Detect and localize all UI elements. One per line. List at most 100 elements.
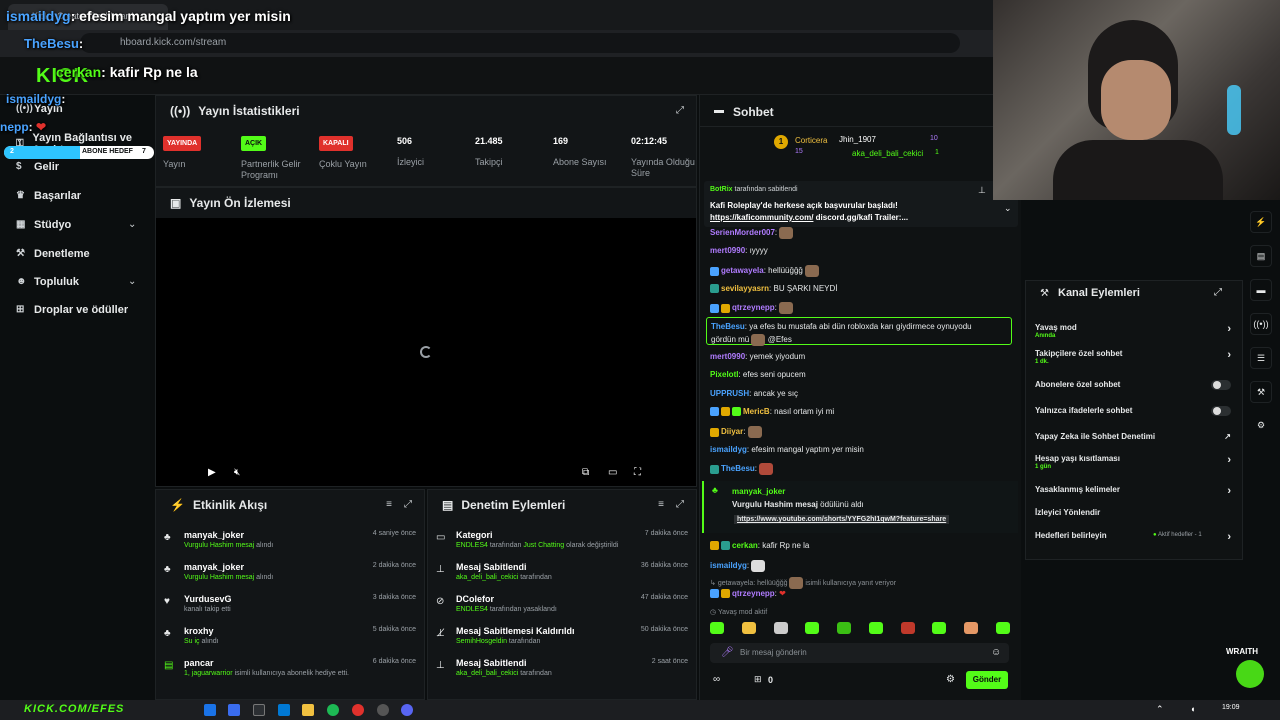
stat-value: 21.485 — [475, 136, 503, 146]
top-gifter-name[interactable]: aka_deli_bali_cekici — [852, 149, 923, 158]
chat-user[interactable]: MericB — [743, 407, 770, 416]
expand-icon[interactable]: ⤢ — [676, 499, 684, 510]
chat-user[interactable]: ismaildyg — [710, 561, 747, 570]
chrome-icon[interactable] — [352, 704, 364, 716]
chevron-up-icon[interactable]: ⌃ — [1156, 704, 1164, 715]
fullscreen-icon[interactable]: ⛶ — [634, 467, 641, 478]
emoji-icon[interactable]: ☺ — [991, 647, 1001, 658]
expand-icon[interactable]: ⤢ — [1214, 287, 1222, 298]
emote-icon[interactable] — [741, 622, 756, 634]
filter-icon[interactable]: ≡ — [658, 499, 664, 510]
action-banned-words[interactable]: Yasaklanmış kelimeler › — [1035, 485, 1231, 497]
sidebar-item-denetleme[interactable]: ⚒ Denetleme — [16, 248, 90, 260]
action-redirect[interactable]: İzleyici Yönlendir — [1035, 508, 1231, 517]
address-bar[interactable]: hboard.kick.com/stream — [80, 33, 960, 53]
emote-icon[interactable] — [868, 622, 883, 634]
sidebar-item-gelir[interactable]: $ Gelir — [16, 161, 59, 173]
expand-icon[interactable]: ⤢ — [676, 105, 684, 116]
chat-user[interactable]: TheBesu — [721, 464, 755, 473]
reward-user[interactable]: manyak_joker — [732, 487, 785, 496]
expand-icon[interactable]: ⤢ — [404, 499, 412, 510]
emote-icon[interactable] — [932, 622, 947, 634]
clock-time[interactable]: 19:09 — [1222, 704, 1240, 711]
mute-icon[interactable]: 🔇︎ — [234, 467, 240, 478]
chat-user[interactable]: SerienMorder007 — [710, 228, 775, 237]
emote-icon — [789, 577, 804, 589]
sidebar-item-basarilar[interactable]: ♛ Başarılar — [16, 190, 81, 202]
chat-user[interactable]: qtrzeynepp — [732, 589, 775, 598]
document-icon[interactable]: ▤ — [1250, 245, 1272, 267]
top-gifter-name[interactable]: Corticera — [795, 136, 827, 145]
action-subs-only[interactable]: Abonelere özel sohbet — [1035, 380, 1231, 390]
chat-user[interactable]: TheBesu — [711, 322, 745, 331]
emote-icon — [779, 227, 794, 239]
wrench-icon[interactable]: ⚒ — [1250, 381, 1272, 403]
emotes-only-toggle[interactable] — [1211, 406, 1231, 416]
theater-icon[interactable]: ▭ — [608, 467, 617, 478]
mail-icon[interactable] — [278, 704, 290, 716]
emote-icon[interactable] — [900, 622, 915, 634]
pinned-message[interactable]: BotRix tarafından sabitlendi Kafi Rolepl… — [704, 181, 1018, 227]
folder-icon[interactable] — [302, 704, 314, 716]
chat-user[interactable]: mert0990 — [710, 246, 745, 255]
chevron-down-icon[interactable]: ⌄ — [128, 276, 136, 287]
spotify-icon[interactable] — [327, 704, 339, 716]
action-followers-only[interactable]: Takipçilere özel sohbet 1 dk. › — [1035, 349, 1231, 365]
edge-icon[interactable] — [204, 704, 216, 716]
chat-user[interactable]: cerkan — [732, 541, 758, 550]
action-ai-moderation[interactable]: Yapay Zeka ile Sohbet Denetimi ↗ — [1035, 432, 1231, 441]
chat-user[interactable]: ismaildyg — [710, 445, 747, 454]
emote-icon[interactable] — [805, 622, 820, 634]
gear-icon[interactable]: ⚙ — [946, 674, 955, 685]
emote-icon[interactable] — [964, 622, 979, 634]
chat-input[interactable]: Bir mesaj gönderin — [710, 643, 1009, 663]
reply-context[interactable]: ↳ getawayela: hellüüğğğ isimli kullanıcı… — [710, 577, 1010, 589]
sidebar-item-label: Droplar ve ödüller — [34, 304, 129, 316]
stack-icon[interactable]: ☰ — [1250, 347, 1272, 369]
chat-user[interactable]: mert0990 — [710, 352, 745, 361]
chat-bubble-icon[interactable]: ▬ — [1250, 279, 1272, 301]
chat-user[interactable]: qtrzeynepp — [732, 303, 775, 312]
top-gifter-name[interactable]: Jhin_1907 — [839, 135, 876, 144]
copilot-icon[interactable] — [228, 704, 240, 716]
emote-icon[interactable] — [995, 622, 1010, 634]
volume-icon[interactable]: ◖ — [1190, 704, 1195, 714]
send-button[interactable]: Gönder — [966, 671, 1008, 689]
action-account-age[interactable]: Hesap yaşı kısıtlaması 1 gün › — [1035, 454, 1231, 470]
infinity-icon[interactable]: ∞ — [713, 674, 720, 685]
sidebar-item-droplar[interactable]: ⊞ Droplar ve ödüller — [16, 304, 128, 316]
store-icon[interactable] — [253, 704, 265, 716]
filter-icon[interactable]: ≡ — [386, 499, 392, 510]
action-slow-mode[interactable]: Yavaş mod Anında › — [1035, 323, 1231, 339]
action-goals[interactable]: Hedefleri belirleyin ● Aktif hedefler - 1… — [1035, 531, 1231, 543]
chat-user[interactable]: sevilayyasrn — [721, 284, 769, 293]
pinned-link[interactable]: https://kaficommunity.com/ — [710, 213, 813, 222]
lightning-icon[interactable]: ⚡ — [1250, 211, 1272, 233]
sidebar-item-topluluk[interactable]: ☻ Topluluk — [16, 276, 79, 288]
sidebar-item-studyo[interactable]: ▦ Stüdyo — [16, 219, 71, 231]
play-icon[interactable]: ▶ — [208, 467, 216, 478]
chat-message: qtrzeynepp: ❤ — [710, 589, 1010, 599]
discord-icon[interactable] — [401, 704, 413, 716]
pip-icon[interactable]: ⧉ — [582, 467, 589, 478]
chevron-down-icon[interactable]: ⌄ — [128, 219, 136, 230]
chevron-down-icon[interactable]: ⌄ — [1004, 203, 1012, 214]
chat-user[interactable]: getawayela — [721, 266, 764, 275]
gift-icon[interactable]: ⊞ — [754, 674, 762, 685]
chat-user[interactable]: UPPRUSH — [710, 389, 749, 398]
subs-only-toggle[interactable] — [1211, 380, 1231, 390]
emote-icon[interactable] — [710, 622, 724, 634]
reward-link[interactable]: https://www.youtube.com/shorts/YYFG2hI1q… — [734, 515, 950, 524]
action-emotes-only[interactable]: Yalnızca ifadelerle sohbet — [1035, 406, 1231, 416]
microphone-icon[interactable]: 🎤︎ — [721, 647, 734, 658]
lightning-icon: ⚡ — [170, 498, 185, 512]
chat-user[interactable]: Diiyar — [721, 427, 743, 436]
gear-icon[interactable]: ⚙ — [1250, 415, 1272, 437]
broadcast-icon[interactable]: ((•)) — [1250, 313, 1272, 335]
pin-icon[interactable]: ⊥ — [978, 185, 986, 196]
sidebar: ((•))Yayın ⚿Yayın Bağlantısı ve Anahtarı… — [0, 95, 155, 700]
emote-icon[interactable] — [773, 622, 788, 634]
obs-icon[interactable] — [377, 704, 389, 716]
emote-icon[interactable] — [837, 622, 852, 634]
chat-user[interactable]: Pixelotl — [710, 370, 738, 379]
